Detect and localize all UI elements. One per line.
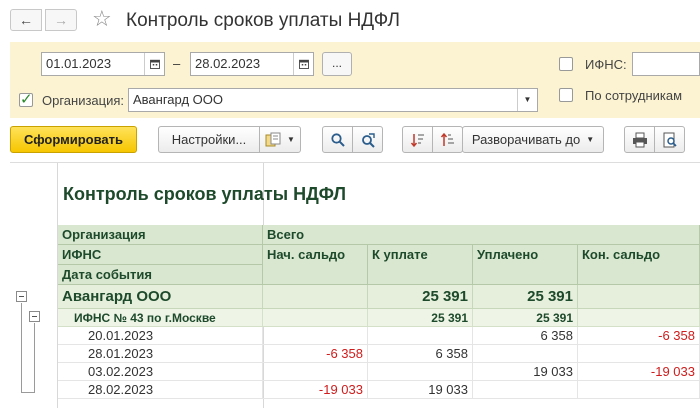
row-end-balance (578, 381, 700, 399)
print-preview-button[interactable] (654, 126, 685, 153)
organization-field[interactable]: Авангард ООО ▼ (128, 88, 538, 112)
row-paid: 19 033 (473, 363, 578, 381)
row-to-pay: 19 033 (368, 381, 473, 399)
date-to-value: 28.02.2023 (195, 56, 261, 71)
ifns-label: ИФНС: (585, 57, 627, 72)
row-paid: 6 358 (473, 327, 578, 345)
row-date: 28.01.2023 (58, 345, 263, 363)
row-start-balance: -6 358 (263, 345, 368, 363)
header-to-pay: К уплате (368, 245, 473, 285)
tree-line (21, 392, 35, 393)
by-employee-label: По сотрудникам (585, 88, 683, 103)
calendar-icon[interactable] (293, 53, 313, 75)
report-variant-icon (265, 132, 281, 146)
row-end-balance (578, 345, 700, 363)
group-organization-name: Авангард ООО (58, 285, 263, 309)
group-ifns-start (263, 309, 368, 327)
date-separator: – (173, 56, 181, 71)
window-title: Контроль сроков уплаты НДФЛ (126, 10, 401, 31)
header-end-balance: Кон. сальдо (578, 245, 700, 285)
sort-descending-icon (410, 133, 424, 147)
row-date: 03.02.2023 (58, 363, 263, 381)
arrow-right-icon: → (54, 12, 68, 28)
group-ifns-name: ИФНС № 43 по г.Москве (58, 309, 263, 327)
variant-menu-button[interactable]: ▼ (259, 126, 301, 153)
search-next-icon (361, 132, 375, 148)
tree-line (21, 303, 22, 393)
group-organization-paid: 25 391 (473, 285, 578, 309)
row-end-balance: -19 033 (578, 363, 700, 381)
date-from-value: 01.01.2023 (46, 56, 112, 71)
row-date: 20.01.2023 (58, 327, 263, 345)
arrow-left-icon: ← (19, 12, 33, 28)
row-start-balance (263, 327, 368, 345)
by-employee-checkbox[interactable] (559, 88, 573, 102)
organization-value: Авангард ООО (133, 92, 223, 107)
forward-button[interactable]: → (45, 9, 77, 31)
group-ifns-to-pay: 25 391 (368, 309, 473, 327)
ifns-field[interactable] (632, 52, 700, 76)
row-date: 28.02.2023 (58, 381, 263, 399)
group-organization-end (578, 285, 700, 309)
group-organization-start (263, 285, 368, 309)
group-organization-to-pay: 25 391 (368, 285, 473, 309)
row-start-balance (263, 363, 368, 381)
generate-button[interactable]: Сформировать (10, 126, 137, 153)
sort-ascending-icon (440, 132, 454, 146)
row-to-pay: 6 358 (368, 345, 473, 363)
report-title: Контроль сроков уплаты НДФЛ (63, 184, 346, 204)
find-next-button[interactable] (352, 126, 383, 153)
chevron-down-icon: ▼ (287, 135, 295, 144)
header-ifns: ИФНС (58, 245, 263, 265)
ifns-checkbox[interactable] (559, 57, 573, 71)
date-to-field[interactable]: 28.02.2023 (190, 52, 314, 76)
row-to-pay (368, 363, 473, 381)
row-end-balance: -6 358 (578, 327, 700, 345)
sort-descending-button[interactable] (402, 126, 433, 153)
organization-label: Организация: (42, 93, 125, 108)
header-start-balance: Нач. сальдо (263, 245, 368, 285)
period-select-button[interactable]: ... (322, 52, 352, 76)
print-icon (632, 132, 647, 147)
sort-ascending-button[interactable] (432, 126, 463, 153)
row-paid (473, 345, 578, 363)
search-icon (330, 132, 345, 147)
find-button[interactable] (322, 126, 353, 153)
report-toolbar: Сформировать Настройки... ▼ Разворачиват… (0, 126, 700, 156)
dropdown-arrow-icon[interactable]: ▼ (517, 89, 537, 111)
row-paid (473, 381, 578, 399)
expand-to-label: Разворачивать до (471, 132, 581, 147)
expand-to-button[interactable]: Разворачивать до ▼ (462, 126, 604, 153)
organization-checkbox[interactable] (19, 90, 33, 108)
favorite-star-icon[interactable]: ☆ (92, 6, 112, 32)
calendar-icon[interactable] (144, 53, 164, 75)
title-bar: ← → ☆ Контроль сроков уплаты НДФЛ (0, 0, 700, 40)
parameters-panel: 01.01.2023 – 28.02.2023 ... ИФНС: Органи… (10, 42, 700, 118)
report-document[interactable]: Контроль сроков уплаты НДФЛ Организация … (10, 162, 700, 408)
tree-line (34, 323, 35, 393)
date-from-field[interactable]: 01.01.2023 (41, 52, 165, 76)
header-organization: Организация (58, 225, 263, 245)
row-start-balance: -19 033 (263, 381, 368, 399)
collapse-organization-icon[interactable] (16, 291, 27, 302)
group-ifns-paid: 25 391 (473, 309, 578, 327)
settings-button[interactable]: Настройки... (158, 126, 260, 153)
print-preview-icon (663, 132, 677, 147)
header-total: Всего (263, 225, 700, 245)
header-event-date: Дата события (58, 265, 263, 285)
header-paid: Уплачено (473, 245, 578, 285)
row-to-pay (368, 327, 473, 345)
group-ifns-end (578, 309, 700, 327)
print-button[interactable] (624, 126, 655, 153)
back-button[interactable]: ← (10, 9, 42, 31)
chevron-down-icon: ▼ (586, 135, 595, 144)
collapse-ifns-icon[interactable] (29, 311, 40, 322)
